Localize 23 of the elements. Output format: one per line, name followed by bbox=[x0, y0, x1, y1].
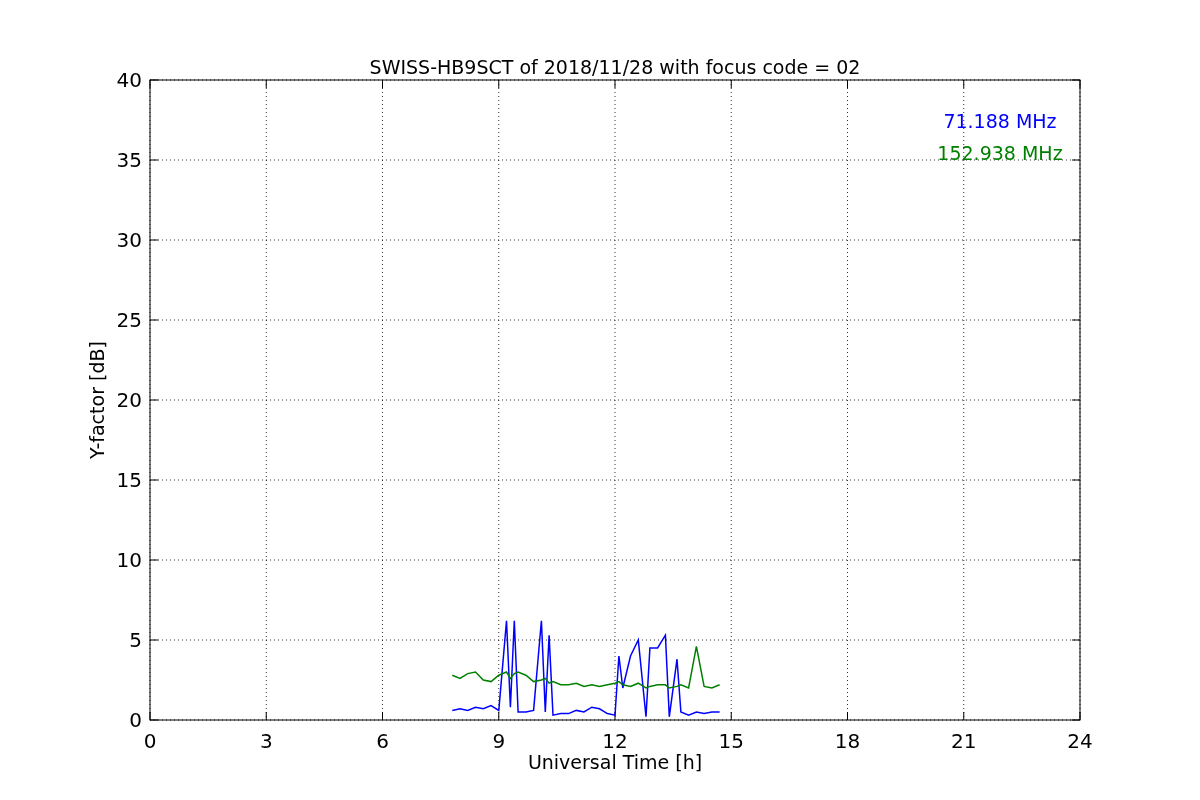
y-tick-label: 40 bbox=[116, 68, 142, 92]
x-axis-title: Universal Time [h] bbox=[527, 751, 703, 773]
y-tick-label: 15 bbox=[116, 468, 142, 492]
y-tick-label: 10 bbox=[116, 548, 142, 572]
x-tick-label: 24 bbox=[1067, 729, 1093, 753]
x-tick-label: 9 bbox=[492, 729, 506, 753]
chart-title: SWISS-HB9SCT of 2018/11/28 with focus code = 02 bbox=[369, 56, 861, 78]
x-tick-label: 15 bbox=[718, 729, 744, 753]
x-tick-label: 6 bbox=[376, 729, 389, 753]
legend-label: 152.938 MHz bbox=[937, 142, 1063, 164]
y-tick-label: 30 bbox=[116, 228, 142, 252]
x-tick-label: 21 bbox=[951, 729, 977, 753]
x-tick-label: 18 bbox=[834, 729, 861, 753]
y-tick-label: 20 bbox=[116, 388, 142, 412]
y-tick-label: 35 bbox=[116, 148, 142, 172]
legend-label: 71.188 MHz bbox=[943, 110, 1057, 132]
x-tick-label: 0 bbox=[143, 729, 157, 753]
y-tick-label: 25 bbox=[116, 308, 142, 332]
y-tick-label: 0 bbox=[129, 708, 142, 732]
y-tick-label: 5 bbox=[129, 628, 142, 652]
y-axis-title: Y-factor [dB] bbox=[86, 341, 108, 459]
x-tick-label: 12 bbox=[602, 729, 628, 753]
x-tick-label: 3 bbox=[259, 729, 273, 753]
